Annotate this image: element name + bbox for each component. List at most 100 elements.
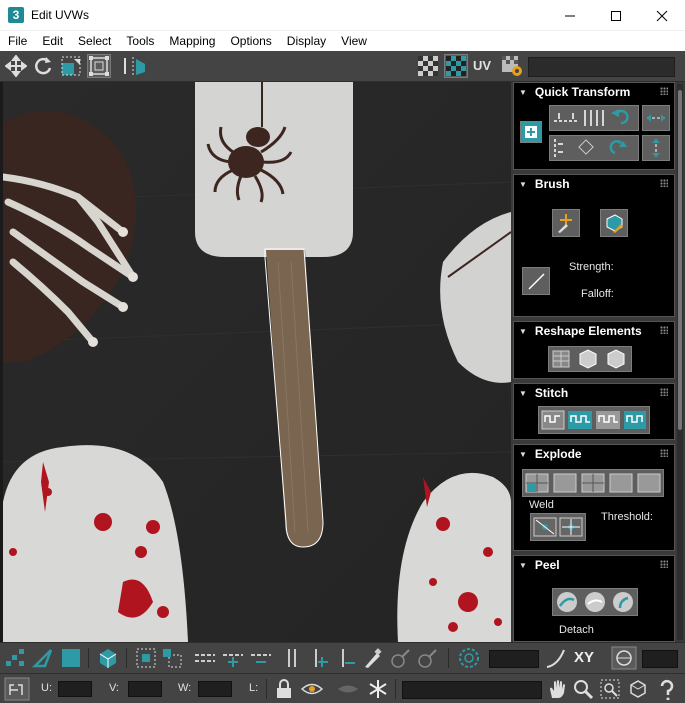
paint-select-button[interactable] (360, 647, 384, 669)
menu-select[interactable]: Select (70, 31, 118, 51)
align-row-bottom[interactable] (549, 135, 639, 161)
falloff-curve-button[interactable] (544, 647, 568, 669)
grip-icon[interactable] (660, 560, 668, 568)
reshape-elements-header[interactable]: ▼ Reshape Elements (514, 322, 674, 340)
element-select-button[interactable] (96, 647, 120, 669)
menu-file[interactable]: File (0, 31, 34, 51)
edge-icon (32, 649, 53, 668)
explode-rollout: ▼ Explode Weld Threshold: (513, 444, 675, 551)
flip-horizontal-button[interactable] (642, 105, 670, 131)
grow-selection-button[interactable] (134, 647, 158, 669)
unhide-button[interactable] (336, 678, 360, 700)
brush-header[interactable]: ▼ Brush (514, 175, 674, 193)
uv-settings-button[interactable] (500, 54, 524, 78)
help-button[interactable] (655, 678, 679, 700)
menu-mapping[interactable]: Mapping (161, 31, 222, 51)
paint-move-button[interactable] (552, 209, 580, 237)
maximize-button[interactable] (593, 0, 639, 31)
peel-tools[interactable] (552, 588, 638, 616)
ring-shrink-button[interactable] (334, 647, 358, 669)
minimize-icon (565, 15, 575, 16)
element-icon (99, 649, 117, 668)
ring-grow-icon (315, 649, 328, 667)
hide-button[interactable] (300, 678, 324, 700)
selection-filter-field[interactable] (402, 681, 542, 699)
rotate-tool-button[interactable] (31, 54, 55, 78)
minimize-button[interactable] (547, 0, 593, 31)
zoom-icon (574, 680, 594, 700)
mirror-tool-button[interactable] (121, 54, 145, 78)
move-tool-button[interactable] (4, 54, 28, 78)
align-row-top[interactable] (549, 105, 639, 131)
texture-dropdown[interactable] (528, 57, 675, 77)
uv-label[interactable]: UV (473, 58, 491, 73)
reshape-tools[interactable] (548, 346, 632, 372)
menu-tools[interactable]: Tools (118, 31, 161, 51)
scale-icon (61, 56, 81, 76)
soft-select-value-field[interactable] (489, 650, 539, 668)
soft-select-button[interactable] (457, 647, 481, 669)
face-select-button[interactable] (59, 647, 83, 669)
shrink-selection-button[interactable] (160, 647, 184, 669)
menu-display[interactable]: Display (279, 31, 333, 51)
xy-label[interactable]: XY (574, 649, 594, 666)
align-icons (554, 109, 629, 126)
weld-tools[interactable] (530, 513, 586, 541)
scale-tool-button[interactable] (59, 54, 83, 78)
u-label: U: (41, 682, 52, 694)
peel-title: Peel (534, 558, 560, 572)
stitch-tools[interactable] (538, 406, 650, 434)
zoom-extents-button[interactable] (626, 678, 650, 700)
ring-select-button[interactable] (280, 647, 304, 669)
grip-icon[interactable] (660, 388, 668, 396)
falloff-space-button[interactable] (610, 646, 638, 670)
app-icon: 3 (8, 7, 24, 23)
freeform-tool-button[interactable] (87, 54, 111, 78)
stitch-title: Stitch (534, 386, 569, 400)
zoom-region-button[interactable] (598, 678, 622, 700)
loop-select-button[interactable] (193, 647, 217, 669)
freeze-button[interactable] (366, 678, 390, 700)
vertex-select-button[interactable] (3, 647, 27, 669)
checker-pattern-button[interactable] (444, 54, 468, 78)
flip-vertical-button[interactable] (642, 135, 670, 161)
brush-tool-button[interactable] (522, 267, 550, 295)
zoom-extents-icon (630, 680, 646, 698)
menu-view[interactable]: View (333, 31, 374, 51)
falloff-value-field[interactable] (642, 650, 678, 668)
explode-header[interactable]: ▼ Explode (514, 445, 674, 463)
u-field[interactable] (58, 681, 92, 697)
top-toolbar: UV (0, 51, 685, 82)
quick-transform-header[interactable]: ▼ Quick Transform (514, 83, 674, 101)
relax-brush-button[interactable] (600, 209, 628, 237)
pan-button[interactable] (545, 678, 569, 700)
grip-icon[interactable] (660, 449, 668, 457)
selection-toolbar: XY (0, 642, 685, 673)
paint-grow-button[interactable] (388, 647, 412, 669)
w-field[interactable] (198, 681, 232, 697)
absolute-mode-button[interactable] (4, 677, 30, 701)
transform-center-button[interactable] (520, 121, 542, 143)
grip-icon[interactable] (660, 87, 668, 95)
paint-shrink-button[interactable] (415, 647, 439, 669)
loop-grow-button[interactable] (221, 647, 245, 669)
panel-scrollbar-thumb[interactable] (678, 90, 682, 430)
ring-grow-button[interactable] (307, 647, 331, 669)
v-field[interactable] (128, 681, 162, 697)
maximize-icon (611, 10, 621, 21)
explode-tools[interactable] (522, 469, 664, 497)
mirror-icon (124, 57, 145, 75)
lock-selection-button[interactable] (272, 678, 296, 700)
peel-header[interactable]: ▼ Peel (514, 556, 674, 574)
loop-shrink-button[interactable] (249, 647, 273, 669)
zoom-button[interactable] (571, 678, 595, 700)
grip-icon[interactable] (660, 326, 668, 334)
close-button[interactable] (639, 0, 685, 31)
grip-icon[interactable] (660, 179, 668, 187)
checker-toggle-button[interactable] (416, 54, 440, 78)
edge-select-button[interactable] (31, 647, 55, 669)
uv-viewport[interactable] (0, 82, 511, 642)
stitch-header[interactable]: ▼ Stitch (514, 384, 674, 402)
menu-edit[interactable]: Edit (34, 31, 70, 51)
menu-options[interactable]: Options (222, 31, 278, 51)
